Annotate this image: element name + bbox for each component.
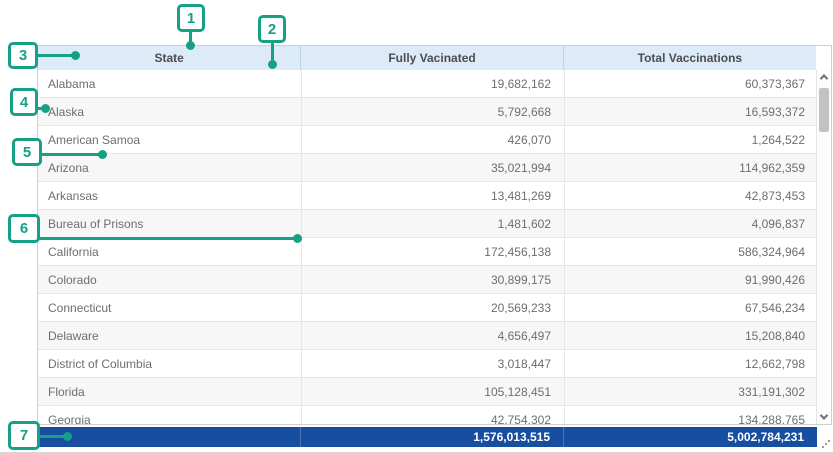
attribute-table: State Fully Vacinated Total Vaccinations… (37, 45, 832, 425)
cell-total-vaccinations: 91,990,426 (564, 266, 818, 293)
cell-total-vaccinations: 586,324,964 (564, 238, 818, 265)
cell-total-vaccinations: 67,546,234 (564, 294, 818, 321)
summary-fully-vacinated: 1,576,013,515 (300, 427, 563, 447)
cell-state: American Samoa (38, 126, 301, 153)
cell-state: District of Columbia (38, 350, 301, 377)
summary-state-cell (37, 427, 300, 447)
cell-state: Alabama (38, 70, 301, 97)
cell-fully-vacinated: 20,569,233 (301, 294, 564, 321)
scroll-down-button[interactable] (817, 410, 831, 424)
cell-state: Arkansas (38, 182, 301, 209)
table-row[interactable]: Colorado 30,899,175 91,990,426 (38, 266, 818, 294)
callout-3-connector (36, 54, 76, 57)
table-row[interactable]: Arkansas 13,481,269 42,873,453 (38, 182, 818, 210)
cell-fully-vacinated: 42,754,302 (301, 406, 564, 424)
table-row[interactable]: District of Columbia 3,018,447 12,662,79… (38, 350, 818, 378)
callout-2: 2 (258, 15, 286, 43)
cell-state: Alaska (38, 98, 301, 125)
table-row[interactable]: American Samoa 426,070 1,264,522 (38, 126, 818, 154)
callout-7-dot (63, 432, 72, 441)
cell-fully-vacinated: 30,899,175 (301, 266, 564, 293)
column-header-total-vaccinations[interactable]: Total Vaccinations (563, 46, 816, 70)
cell-state: Colorado (38, 266, 301, 293)
cell-total-vaccinations: 4,096,837 (564, 210, 818, 237)
cell-fully-vacinated: 105,128,451 (301, 378, 564, 405)
table-row[interactable]: Delaware 4,656,497 15,208,840 (38, 322, 818, 350)
cell-fully-vacinated: 5,792,668 (301, 98, 564, 125)
vertical-scrollbar[interactable] (816, 70, 831, 424)
cell-fully-vacinated: 426,070 (301, 126, 564, 153)
callout-5: 5 (12, 138, 42, 166)
table-row[interactable]: California 172,456,138 586,324,964 (38, 238, 818, 266)
cell-total-vaccinations: 16,593,372 (564, 98, 818, 125)
cell-total-vaccinations: 134,288,765 (564, 406, 818, 424)
cell-total-vaccinations: 15,208,840 (564, 322, 818, 349)
cell-total-vaccinations: 331,191,302 (564, 378, 818, 405)
callout-1-dot (186, 41, 195, 50)
annotated-table-figure: State Fully Vacinated Total Vaccinations… (0, 0, 833, 453)
cell-state: California (38, 238, 301, 265)
summary-total-vaccinations: 5,002,784,231 (563, 427, 817, 447)
cell-total-vaccinations: 114,962,359 (564, 154, 818, 181)
cell-total-vaccinations: 60,373,367 (564, 70, 818, 97)
callout-1: 1 (177, 4, 205, 32)
cell-state: Delaware (38, 322, 301, 349)
table-row[interactable]: Florida 105,128,451 331,191,302 (38, 378, 818, 406)
cell-fully-vacinated: 3,018,447 (301, 350, 564, 377)
chevron-up-icon (820, 74, 828, 82)
cell-fully-vacinated: 172,456,138 (301, 238, 564, 265)
cell-fully-vacinated: 19,682,162 (301, 70, 564, 97)
chevron-down-icon (820, 411, 828, 419)
callout-5-dot (98, 150, 107, 159)
cell-state: Arizona (38, 154, 301, 181)
callout-2-dot (268, 60, 277, 69)
cell-state: Connecticut (38, 294, 301, 321)
callout-4: 4 (10, 88, 38, 116)
callout-6-dot (293, 234, 302, 243)
callout-6-connector (38, 237, 298, 240)
table-row[interactable]: Georgia 42,754,302 134,288,765 (38, 406, 818, 424)
callout-7: 7 (8, 421, 40, 450)
callout-6: 6 (8, 214, 40, 243)
table-corner-spacer (816, 46, 831, 70)
table-body: Alabama 19,682,162 60,373,367 Alaska 5,7… (38, 70, 818, 424)
scroll-up-button[interactable] (817, 70, 831, 84)
scrollbar-thumb[interactable] (819, 88, 829, 132)
cell-state: Georgia (38, 406, 301, 424)
callout-5-connector (40, 153, 103, 156)
table-header-row: State Fully Vacinated Total Vaccinations (38, 46, 831, 70)
column-header-fully-vacinated[interactable]: Fully Vacinated (300, 46, 562, 70)
table-row[interactable]: Connecticut 20,569,233 67,546,234 (38, 294, 818, 322)
table-body-viewport: Alabama 19,682,162 60,373,367 Alaska 5,7… (38, 70, 831, 424)
table-row[interactable]: Bureau of Prisons 1,481,602 4,096,837 (38, 210, 818, 238)
table-row[interactable]: Alaska 5,792,668 16,593,372 (38, 98, 818, 126)
cell-state: Florida (38, 378, 301, 405)
cell-total-vaccinations: 42,873,453 (564, 182, 818, 209)
table-row[interactable]: Arizona 35,021,994 114,962,359 (38, 154, 818, 182)
callout-3: 3 (8, 42, 38, 69)
callout-4-dot (41, 104, 50, 113)
table-row[interactable]: Alabama 19,682,162 60,373,367 (38, 70, 818, 98)
cell-total-vaccinations: 12,662,798 (564, 350, 818, 377)
callout-3-dot (71, 51, 80, 60)
cell-fully-vacinated: 13,481,269 (301, 182, 564, 209)
summary-row: 1,576,013,515 5,002,784,231 (37, 427, 817, 447)
cell-fully-vacinated: 1,481,602 (301, 210, 564, 237)
cell-fully-vacinated: 35,021,994 (301, 154, 564, 181)
cell-state: Bureau of Prisons (38, 210, 301, 237)
resize-handle-icon[interactable] (828, 440, 830, 442)
cell-total-vaccinations: 1,264,522 (564, 126, 818, 153)
cell-fully-vacinated: 4,656,497 (301, 322, 564, 349)
